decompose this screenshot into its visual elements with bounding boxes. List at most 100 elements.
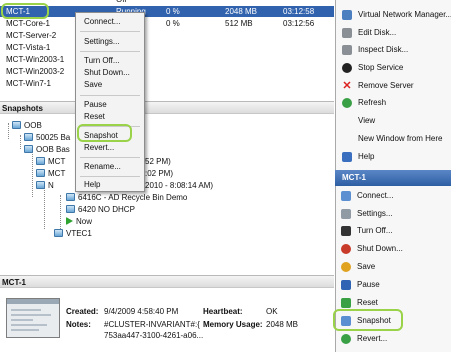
pause-icon (341, 280, 351, 290)
heartbeat-value: OK (266, 307, 278, 316)
action-label: Revert... (357, 334, 388, 343)
vm-row[interactable]: MCT-Win7-1 (0, 78, 334, 89)
revert-icon (341, 334, 351, 344)
action-label: Save (357, 262, 376, 271)
shutdown-icon (341, 244, 351, 254)
snapshot-node[interactable]: OOB Bas (24, 145, 70, 155)
vm-list: Off MCT-1 Running 0 % 2048 MB 03:12:58 M… (0, 0, 334, 96)
action-label: Pause (357, 280, 380, 289)
action-label: Inspect Disk... (358, 45, 409, 54)
thumbnail-line (11, 324, 47, 326)
menu-item-pause[interactable]: Pause (84, 99, 107, 111)
snapshot-label: 6420 NO DHCP (78, 205, 135, 214)
power-off-icon (341, 226, 351, 236)
menu-item-help[interactable]: Help (84, 179, 100, 191)
actions-section-header: MCT-1 (335, 170, 451, 186)
snapshot-node[interactable]: MCT (36, 157, 65, 167)
snapshot-node[interactable]: 6420 NO DHCP (66, 205, 135, 215)
vm-row[interactable]: MCT-Server-2 (0, 30, 334, 41)
vm-row[interactable]: MCT-Win2003-2 (0, 66, 334, 77)
snapshots-header: Snapshots (0, 101, 334, 114)
snapshot-icon (24, 145, 33, 153)
action-label: Remove Server (358, 81, 414, 90)
vm-cpu: 0 % (166, 19, 180, 28)
snapshot-icon (24, 133, 33, 141)
tree-line (8, 123, 9, 139)
snapshot-icon (66, 193, 75, 201)
snapshot-icon (12, 121, 21, 129)
snapshot-node[interactable]: 6416C - AD Recycle Bin Demo (66, 193, 187, 203)
vm-row[interactable]: MCT-Core-1 0 % 512 MB 03:12:56 (0, 18, 334, 29)
highlight-ring-vm (1, 3, 49, 19)
snapshot-fragment: 2010 - 8:08:14 AM) (145, 181, 214, 190)
vm-name: MCT-Win2003-2 (6, 67, 65, 76)
snapshot-node[interactable]: MCT (36, 169, 65, 179)
created-label: Created: (66, 307, 99, 316)
vm-uptime: 03:12:56 (283, 19, 315, 28)
snapshot-icon (36, 181, 45, 189)
memory-usage-value: 2048 MB (266, 320, 299, 329)
snapshot-node[interactable]: 50025 Ba (24, 133, 70, 143)
menu-item-settings[interactable]: Settings... (84, 36, 120, 48)
action-label: Virtual Network Manager... (358, 10, 451, 19)
snapshot-icon (36, 157, 45, 165)
vm-row[interactable]: Off (0, 0, 334, 5)
menu-item-rename[interactable]: Rename... (84, 161, 121, 173)
snapshot-icon (66, 205, 75, 213)
thumbnail-line (11, 314, 51, 316)
menu-separator (80, 95, 140, 96)
vm-memory: 512 MB (225, 19, 253, 28)
thumbnail-line (11, 329, 39, 331)
help-icon (342, 152, 352, 162)
settings-icon (341, 209, 351, 219)
snapshot-now-node[interactable]: Now (66, 217, 92, 227)
snapshot-label: 50025 Ba (36, 133, 71, 142)
snapshot-tree: OOB 50025 Ba OOB Bas MCT MCT N 52 PM) :0… (0, 115, 334, 267)
vm-name: MCT-Win7-1 (6, 79, 51, 88)
snapshot-node[interactable]: N (36, 181, 54, 191)
action-label: View (358, 116, 376, 125)
snapshot-fragment: :02 PM) (145, 169, 174, 178)
vm-name: MCT-Win2003-1 (6, 55, 65, 64)
context-menu: Connect... Settings... Turn Off... Shut … (75, 12, 145, 192)
play-icon (66, 217, 73, 225)
vm-name: MCT-Vista-1 (6, 43, 51, 52)
memory-usage-label: Memory Usage: (203, 320, 263, 329)
snapshot-label: N (48, 181, 54, 190)
action-label: Reset (357, 298, 378, 307)
menu-item-revert[interactable]: Revert... (84, 142, 114, 154)
menu-item-save[interactable]: Save (84, 79, 102, 91)
menu-item-connect[interactable]: Connect... (84, 16, 120, 28)
snapshot-label: Now (76, 217, 93, 226)
menu-separator (80, 176, 140, 177)
menu-separator (80, 31, 140, 32)
vm-row[interactable]: MCT-Win2003-1 (0, 54, 334, 65)
menu-separator (80, 157, 140, 158)
stop-icon (342, 63, 352, 73)
thumbnail-line (11, 309, 41, 311)
snapshot-label: VTEC1 (66, 229, 92, 238)
vm-thumbnail[interactable] (6, 298, 60, 338)
menu-item-turn-off[interactable]: Turn Off... (84, 55, 120, 67)
action-label: Turn Off... (357, 226, 393, 235)
save-icon (341, 262, 351, 272)
snapshot-label: OOB Bas (36, 145, 70, 154)
action-label: Edit Disk... (358, 28, 397, 37)
vm-row-selected[interactable]: MCT-1 Running 0 % 2048 MB 03:12:58 (0, 6, 334, 17)
snapshot-node[interactable]: OOB (12, 121, 42, 131)
snapshot-node[interactable]: VTEC1 (54, 229, 92, 239)
disk-icon (342, 28, 352, 38)
network-icon (342, 10, 352, 20)
action-label: Settings... (357, 209, 393, 218)
snapshot-fragment: 52 PM) (145, 157, 171, 166)
details-header: MCT-1 (0, 275, 334, 288)
menu-item-reset[interactable]: Reset (84, 111, 105, 123)
vm-cpu: 0 % (166, 7, 180, 16)
highlight-ring-action-snapshot (333, 309, 403, 331)
vm-memory: 2048 MB (225, 7, 258, 16)
menu-item-shut-down[interactable]: Shut Down... (84, 67, 130, 79)
snapshot-icon (54, 229, 63, 237)
snapshot-label: 6416C - AD Recycle Bin Demo (78, 193, 188, 202)
vm-row[interactable]: MCT-Vista-1 (0, 42, 334, 53)
tree-line (60, 195, 61, 229)
